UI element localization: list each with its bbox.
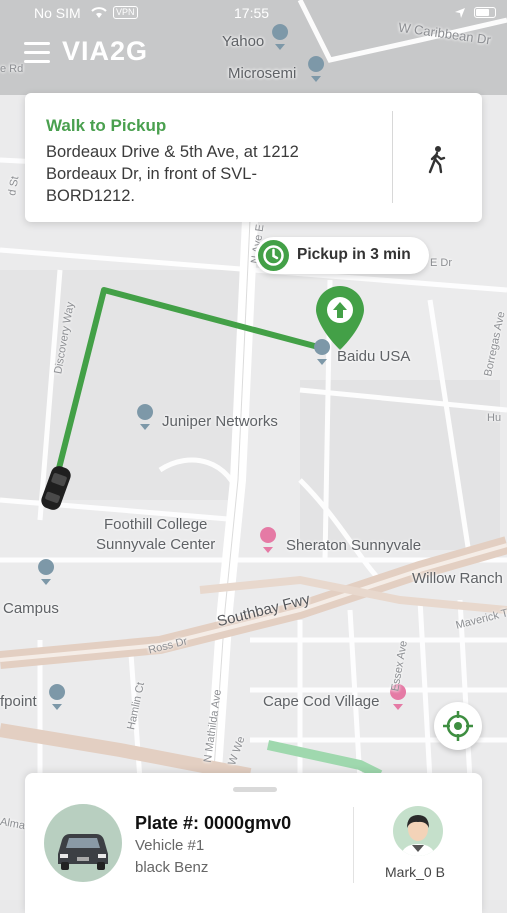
pickup-address-line: Bordeaux Dr, in front of SVL- bbox=[46, 165, 257, 183]
map-label-e-rd: e Rd bbox=[0, 63, 24, 75]
pickup-address-line: Bordeaux Drive & 5th Ave, at 1212 bbox=[46, 143, 299, 161]
vpn-badge: VPN bbox=[113, 6, 138, 19]
sheet-divider bbox=[353, 807, 354, 883]
status-time: 17:55 bbox=[234, 5, 270, 21]
vehicle-number: Vehicle #1 bbox=[135, 837, 205, 854]
app-logo: VIA2G bbox=[62, 36, 149, 66]
location-arrow-icon bbox=[455, 8, 465, 18]
walk-to-pickup-title: Walk to Pickup bbox=[46, 116, 167, 135]
wifi-icon bbox=[91, 7, 107, 18]
map-label-microsemi: Microsemi bbox=[228, 65, 297, 82]
vehicle-description: black Benz bbox=[135, 859, 209, 876]
map-label-yahoo: Yahoo bbox=[222, 33, 265, 50]
pickup-eta-pill: Pickup in 3 min bbox=[255, 237, 429, 274]
map-label-fpoint: fpoint bbox=[0, 693, 37, 710]
map-label-campus: Campus bbox=[3, 600, 59, 617]
map-label-sheraton: Sheraton Sunnyvale bbox=[286, 537, 422, 554]
walking-person-icon[interactable] bbox=[427, 145, 447, 175]
driver-name: Mark_0 B bbox=[385, 864, 445, 880]
map-label-juniper: Juniper Networks bbox=[162, 413, 278, 430]
battery-icon bbox=[474, 7, 496, 18]
vehicle-plate: Plate #: 0000gmv0 bbox=[135, 813, 292, 833]
card-divider bbox=[392, 111, 393, 203]
map-label-e-dr: E Dr bbox=[430, 257, 452, 269]
recenter-target-icon[interactable] bbox=[434, 702, 482, 750]
clock-icon bbox=[258, 240, 289, 271]
status-bar: No SIM VPN 17:55 bbox=[0, 0, 507, 26]
pickup-address-line: BORD1212. bbox=[46, 187, 135, 205]
pickup-address: Bordeaux Drive & 5th Ave, at 1212 Bordea… bbox=[46, 141, 346, 207]
map-label-cape-cod: Cape Cod Village bbox=[263, 693, 380, 710]
hamburger-menu-icon[interactable] bbox=[24, 42, 50, 64]
trip-details-sheet[interactable]: Plate #: 0000gmv0 Vehicle #1 black Benz … bbox=[25, 773, 482, 913]
pickup-eta-label: Pickup in 3 min bbox=[297, 246, 411, 263]
car-icon bbox=[44, 804, 122, 882]
map-label-hu: Hu bbox=[487, 412, 502, 424]
map-label-foothill-2: Sunnyvale Center bbox=[96, 536, 216, 553]
sheet-drag-handle[interactable] bbox=[233, 787, 277, 792]
map-label-baidu: Baidu USA bbox=[337, 348, 411, 365]
carrier-label: No SIM bbox=[34, 5, 81, 21]
map-label-foothill: Foothill College bbox=[104, 516, 208, 533]
map-label-willow-ranch: Willow Ranch bbox=[412, 570, 503, 587]
walk-to-pickup-card[interactable]: Walk to Pickup Bordeaux Drive & 5th Ave,… bbox=[25, 93, 482, 222]
driver-avatar-icon[interactable] bbox=[393, 806, 443, 856]
